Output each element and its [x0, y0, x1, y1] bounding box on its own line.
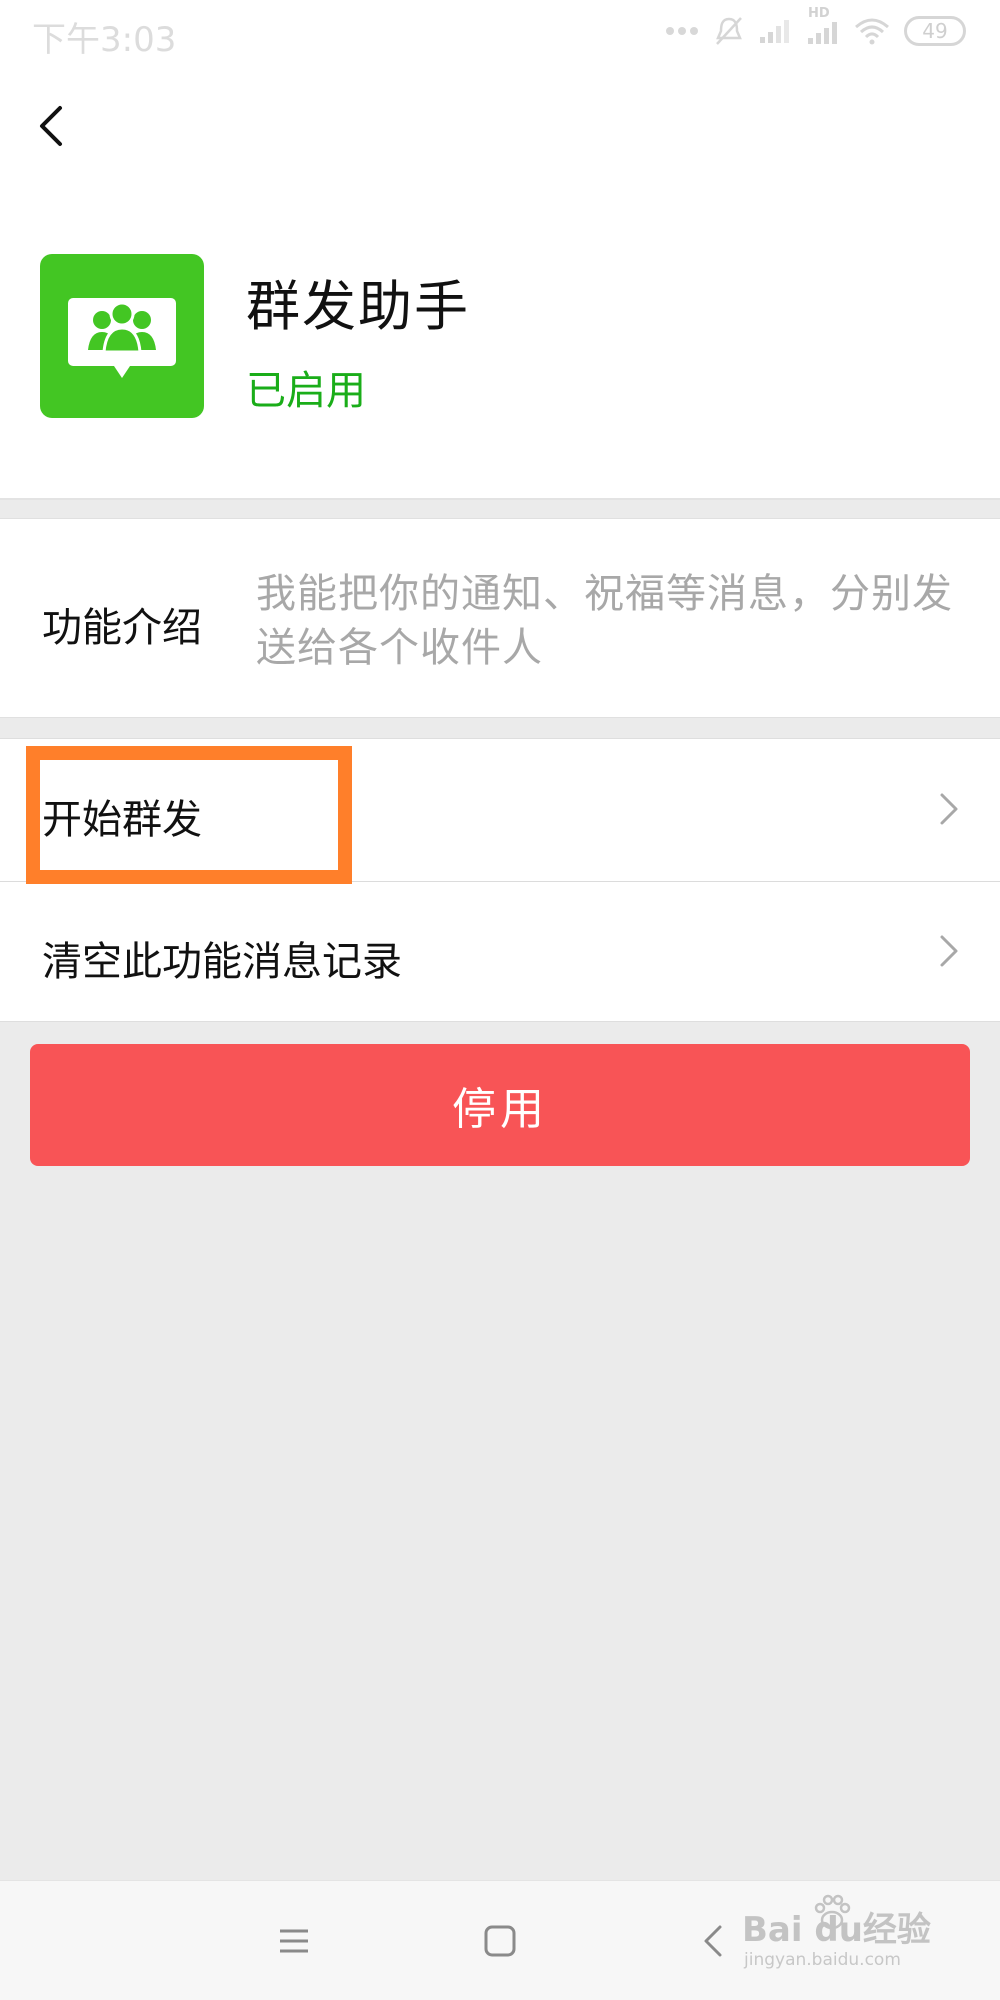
feature-intro-text: 我能把你的通知、祝福等消息，分别发送给各个收件人 — [256, 571, 953, 671]
status-time: 下午3:03 — [32, 20, 177, 60]
feature-intro-label: 功能介绍 — [42, 605, 202, 651]
app-title: 群发助手 — [246, 275, 470, 338]
start-broadcast-label: 开始群发 — [42, 797, 202, 843]
disable-button[interactable]: 停用 — [30, 1044, 970, 1166]
home-icon[interactable] — [480, 1921, 520, 1961]
status-icons: HD 49 — [664, 6, 966, 48]
start-broadcast-item[interactable]: 开始群发 — [0, 739, 1000, 881]
app-header: 群发助手 已启用 — [0, 62, 1000, 500]
signal-hd-icon: HD — [806, 6, 840, 46]
network-label: HD — [808, 6, 830, 21]
chevron-right-icon — [940, 935, 958, 967]
clear-history-label: 清空此功能消息记录 — [42, 939, 402, 985]
menu-icon[interactable] — [274, 1921, 314, 1961]
app-settings-screen: 下午3:03 HD 49 群发助手 已启用 功能介绍 我能把你的通知、祝福等消息… — [0, 0, 1000, 2000]
mute-bell-icon — [716, 17, 742, 45]
paw-icon — [814, 1894, 851, 1930]
watermark-sub: jingyan.baidu.com — [744, 1950, 901, 1970]
app-status: 已启用 — [246, 368, 366, 414]
header-divider — [0, 498, 1000, 500]
chevron-right-icon — [940, 793, 958, 825]
baidu-jingyan-watermark: Bai du经验 jingyan.baidu.com — [742, 1894, 952, 1984]
back-arrow-icon[interactable] — [24, 94, 84, 154]
wifi-icon — [855, 18, 889, 45]
back-icon[interactable] — [694, 1921, 734, 1961]
battery-indicator: 49 — [904, 16, 966, 46]
clear-history-item[interactable]: 清空此功能消息记录 — [0, 881, 1000, 1023]
signal-icon — [760, 20, 789, 43]
group-chat-icon — [40, 254, 204, 418]
action-list: 开始群发 清空此功能消息记录 — [0, 738, 1000, 1022]
status-bar: 下午3:03 HD 49 — [0, 0, 1000, 62]
feature-intro-section: 功能介绍 我能把你的通知、祝福等消息，分别发送给各个收件人 — [0, 518, 1000, 718]
more-dots-icon — [666, 27, 698, 35]
